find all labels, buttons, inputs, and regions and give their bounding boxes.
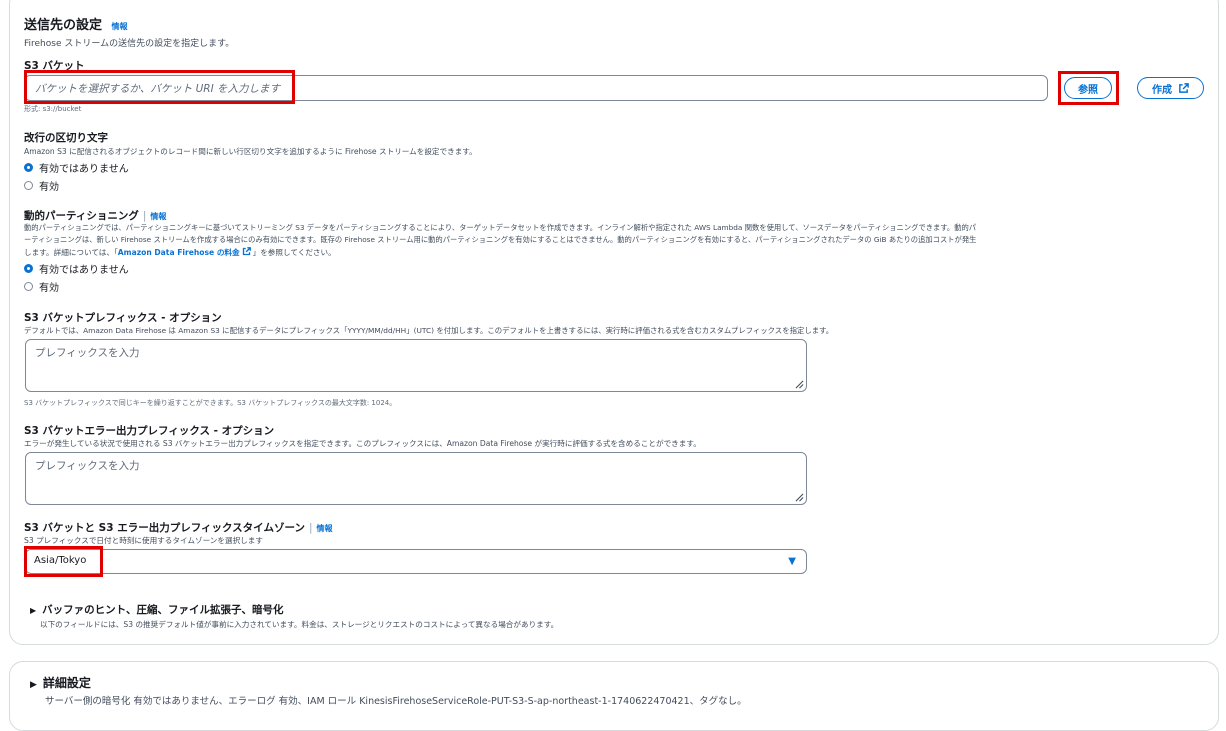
dynamic-partitioning-description-2: ーティショニングは、新しい Firehose ストリームを作成する場合にのみ有効… [24, 235, 977, 244]
radio-unselected-icon [24, 180, 33, 190]
destination-title: 送信先の設定 情報 [24, 14, 128, 33]
error-prefix-textarea[interactable]: プレフィックスを入力 [25, 452, 807, 505]
external-link-icon [1179, 82, 1189, 93]
create-button[interactable]: 作成 [1137, 77, 1204, 99]
newline-option-enabled-label: 有効 [39, 181, 59, 193]
caret-down-icon: ▼ [788, 556, 796, 567]
caret-right-icon: ▶ [30, 606, 37, 615]
radio-unselected-icon [24, 281, 33, 291]
dp-desc-post: 」を参照してください。 [252, 248, 336, 257]
external-link-icon [242, 247, 251, 256]
dynamic-partitioning-description-3: します。詳細については、「Amazon Data Firehose の料金 」を参… [24, 247, 336, 258]
buffer-section-description: 以下のフィールドには、S3 の推奨デフォルト値が事前に入力されています。料金は、… [40, 620, 559, 629]
dynamic-partitioning-description-1: 動的パーティショニングでは、パーティショニングキーに基づいてストリーミング S3… [24, 223, 977, 232]
resize-grip-icon[interactable] [795, 493, 804, 502]
resize-grip-icon[interactable] [795, 380, 804, 389]
dynamic-partitioning-label: 動的パーティショニング | 情報 [24, 210, 167, 222]
browse-button[interactable]: 参照 [1064, 77, 1112, 99]
create-button-label: 作成 [1152, 84, 1172, 96]
bucket-prefix-textarea[interactable]: プレフィックスを入力 [25, 339, 807, 392]
dp-desc-pre: します。詳細については、「 [24, 248, 118, 257]
dp-option-disabled-label: 有効ではありません [39, 264, 129, 276]
bucket-prefix-description: デフォルトでは、Amazon Data Firehose は Amazon S3… [24, 326, 834, 335]
error-prefix-label: S3 バケットエラー出力プレフィックス - オプション [24, 425, 275, 437]
dp-option-enabled-label: 有効 [39, 282, 59, 294]
advanced-section-toggle[interactable]: ▶ 詳細設定 [30, 674, 91, 691]
s3-bucket-input[interactable]: バケットを選択するか、バケット URI を入力します [24, 75, 1048, 101]
error-prefix-description: エラーが発生している状況で使用される S3 バケットエラー出力プレフィックスを指… [24, 439, 701, 448]
dynamic-partitioning-option-enabled[interactable]: 有効 [24, 279, 59, 294]
radio-selected-icon [24, 263, 33, 273]
buffer-section-toggle[interactable]: ▶ バッファのヒント、圧縮、ファイル拡張子、暗号化 [30, 602, 283, 617]
advanced-section-description: サーバー側の暗号化 有効ではありません、エラーログ 有効、IAM ロール Kin… [45, 696, 747, 707]
timezone-label: S3 バケットと S3 エラー出力プレフィックスタイムゾーン | 情報 [24, 522, 333, 534]
bucket-prefix-label: S3 バケットプレフィックス - オプション [24, 312, 222, 324]
dynamic-partitioning-info-link[interactable]: 情報 [150, 212, 166, 221]
timezone-selected-value: Asia/Tokyo [34, 555, 87, 566]
bucket-prefix-hint: S3 バケットプレフィックスで同じキーを繰り返すことができます。S3 バケットプ… [24, 399, 397, 407]
timezone-label-text: S3 バケットと S3 エラー出力プレフィックスタイムゾーン [24, 522, 305, 534]
newline-description: Amazon S3 に配信されるオブジェクトのレコード間に新しい行区切り文字を追… [24, 147, 477, 156]
dynamic-partitioning-option-disabled[interactable]: 有効ではありません [24, 261, 129, 276]
timezone-description: S3 プレフィックスで日付と時刻に使用するタイムゾーンを選択します [24, 536, 263, 545]
timezone-select[interactable]: Asia/Tokyo ▼ [25, 549, 807, 574]
s3-bucket-format-hint: 形式: s3://bucket [24, 105, 82, 113]
timezone-info-link[interactable]: 情報 [317, 524, 333, 533]
radio-selected-icon [24, 162, 33, 172]
buffer-section-title: バッファのヒント、圧縮、ファイル拡張子、暗号化 [42, 604, 284, 616]
caret-right-icon: ▶ [30, 680, 37, 690]
s3-bucket-placeholder: バケットを選択するか、バケット URI を入力します [35, 83, 281, 95]
error-prefix-placeholder: プレフィックスを入力 [35, 460, 140, 472]
bucket-prefix-placeholder: プレフィックスを入力 [35, 347, 140, 359]
advanced-section-title: 詳細設定 [42, 676, 91, 690]
pricing-link[interactable]: Amazon Data Firehose の料金 [118, 248, 240, 257]
destination-info-link[interactable]: 情報 [112, 22, 128, 31]
newline-option-enabled[interactable]: 有効 [24, 178, 59, 193]
newline-label: 改行の区切り文字 [24, 132, 108, 144]
destination-title-text: 送信先の設定 [24, 18, 103, 33]
newline-option-disabled-label: 有効ではありません [39, 163, 129, 175]
s3-bucket-label: S3 バケット [24, 60, 85, 72]
newline-option-disabled[interactable]: 有効ではありません [24, 160, 129, 175]
destination-description: Firehose ストリームの送信先の設定を指定します。 [24, 39, 235, 49]
dynamic-partitioning-label-text: 動的パーティショニング [24, 210, 139, 222]
